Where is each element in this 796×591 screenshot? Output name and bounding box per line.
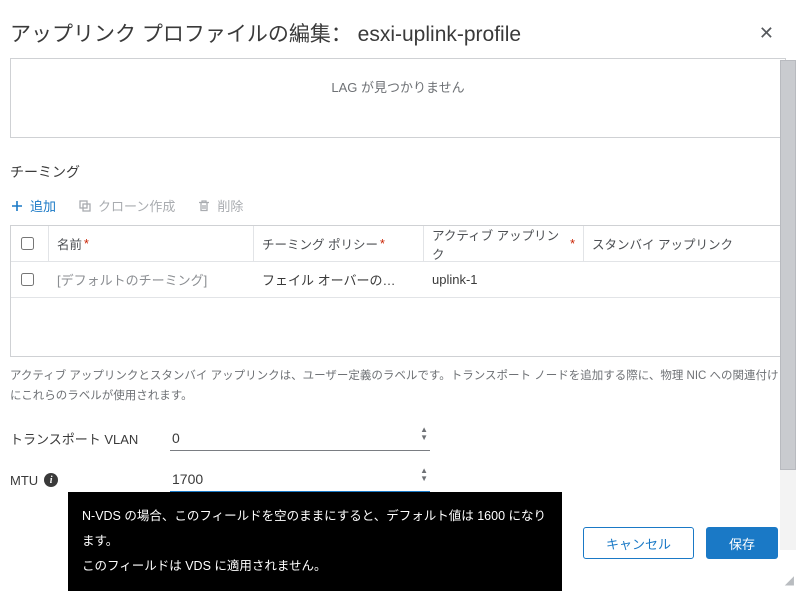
lag-empty-panel: LAG が見つかりません [10, 58, 786, 138]
delete-button: 削除 [197, 196, 243, 215]
col-policy-header: チーミング ポリシー* [254, 226, 424, 261]
chevron-down-icon[interactable]: ▼ [420, 475, 428, 483]
col-name-header: 名前* [49, 226, 254, 261]
cell-active: uplink-1 [424, 272, 584, 287]
col-active-label: アクティブ アップリンク [432, 225, 568, 263]
tooltip-line2: このフィールドは VDS に適用されません。 [82, 554, 548, 579]
transport-vlan-label: トランスポート VLAN [10, 429, 170, 448]
clone-icon [78, 199, 92, 213]
table-header-row: 名前* チーミング ポリシー* アクティブ アップリンク* スタンバイ アップリ… [11, 226, 785, 262]
vlan-stepper[interactable]: ▲▼ [420, 426, 428, 442]
cancel-button[interactable]: キャンセル [583, 527, 694, 559]
col-standby-header: スタンバイ アップリンク [584, 226, 775, 261]
plus-icon [10, 199, 24, 213]
chevron-down-icon[interactable]: ▼ [420, 434, 428, 442]
scrollbar-thumb[interactable] [780, 60, 796, 470]
trash-icon [197, 199, 211, 213]
col-standby-label: スタンバイ アップリンク [592, 234, 733, 253]
mtu-field: MTU i ▲▼ [10, 467, 786, 493]
col-active-header: アクティブ アップリンク* [424, 226, 584, 261]
mtu-tooltip: N-VDS の場合、このフィールドを空のままにすると、デフォルト値は 1600 … [68, 492, 562, 591]
add-label: 追加 [30, 196, 56, 215]
row-checkbox[interactable] [21, 273, 34, 286]
required-asterisk: * [84, 237, 89, 251]
required-asterisk: * [570, 237, 575, 251]
mtu-label: MTU [10, 473, 38, 488]
header-checkbox-cell [21, 226, 49, 261]
mtu-input[interactable] [170, 467, 430, 493]
teaming-section-title: チーミング [10, 162, 786, 182]
cell-policy: フェイル オーバーの… [254, 270, 424, 289]
clone-label: クローン作成 [98, 196, 175, 215]
tooltip-line1: N-VDS の場合、このフィールドを空のままにすると、デフォルト値は 1600 … [82, 504, 548, 554]
teaming-help-text: アクティブ アップリンクとスタンバイ アップリンクは、ユーザー定義のラベルです。… [10, 367, 786, 406]
teaming-toolbar: 追加 クローン作成 削除 [10, 196, 786, 215]
col-policy-label: チーミング ポリシー [262, 234, 378, 253]
dialog-footer: キャンセル 保存 [583, 527, 778, 559]
mtu-stepper[interactable]: ▲▼ [420, 467, 428, 483]
delete-label: 削除 [217, 196, 243, 215]
required-asterisk: * [380, 237, 385, 251]
col-name-label: 名前 [57, 234, 82, 253]
cell-name: [デフォルトのチーミング] [49, 270, 254, 289]
dialog-header: アップリンク プロファイルの編集： esxi-uplink-profile ✕ [0, 0, 796, 58]
resize-grip-icon: ◢ [785, 573, 794, 587]
close-icon[interactable]: ✕ [755, 23, 778, 44]
table-row[interactable]: [デフォルトのチーミング] フェイル オーバーの… uplink-1 [11, 262, 785, 298]
table-empty-space [11, 298, 785, 356]
info-icon[interactable]: i [44, 473, 58, 487]
clone-button: クローン作成 [78, 196, 175, 215]
teaming-table: 名前* チーミング ポリシー* アクティブ アップリンク* スタンバイ アップリ… [10, 225, 786, 357]
dialog-title: アップリンク プロファイルの編集： esxi-uplink-profile [10, 18, 743, 48]
save-button[interactable]: 保存 [706, 527, 778, 559]
add-button[interactable]: 追加 [10, 196, 56, 215]
select-all-checkbox[interactable] [21, 237, 34, 250]
lag-empty-text: LAG が見つかりません [331, 77, 464, 96]
transport-vlan-input[interactable] [170, 426, 430, 451]
transport-vlan-field: トランスポート VLAN ▲▼ [10, 426, 786, 451]
